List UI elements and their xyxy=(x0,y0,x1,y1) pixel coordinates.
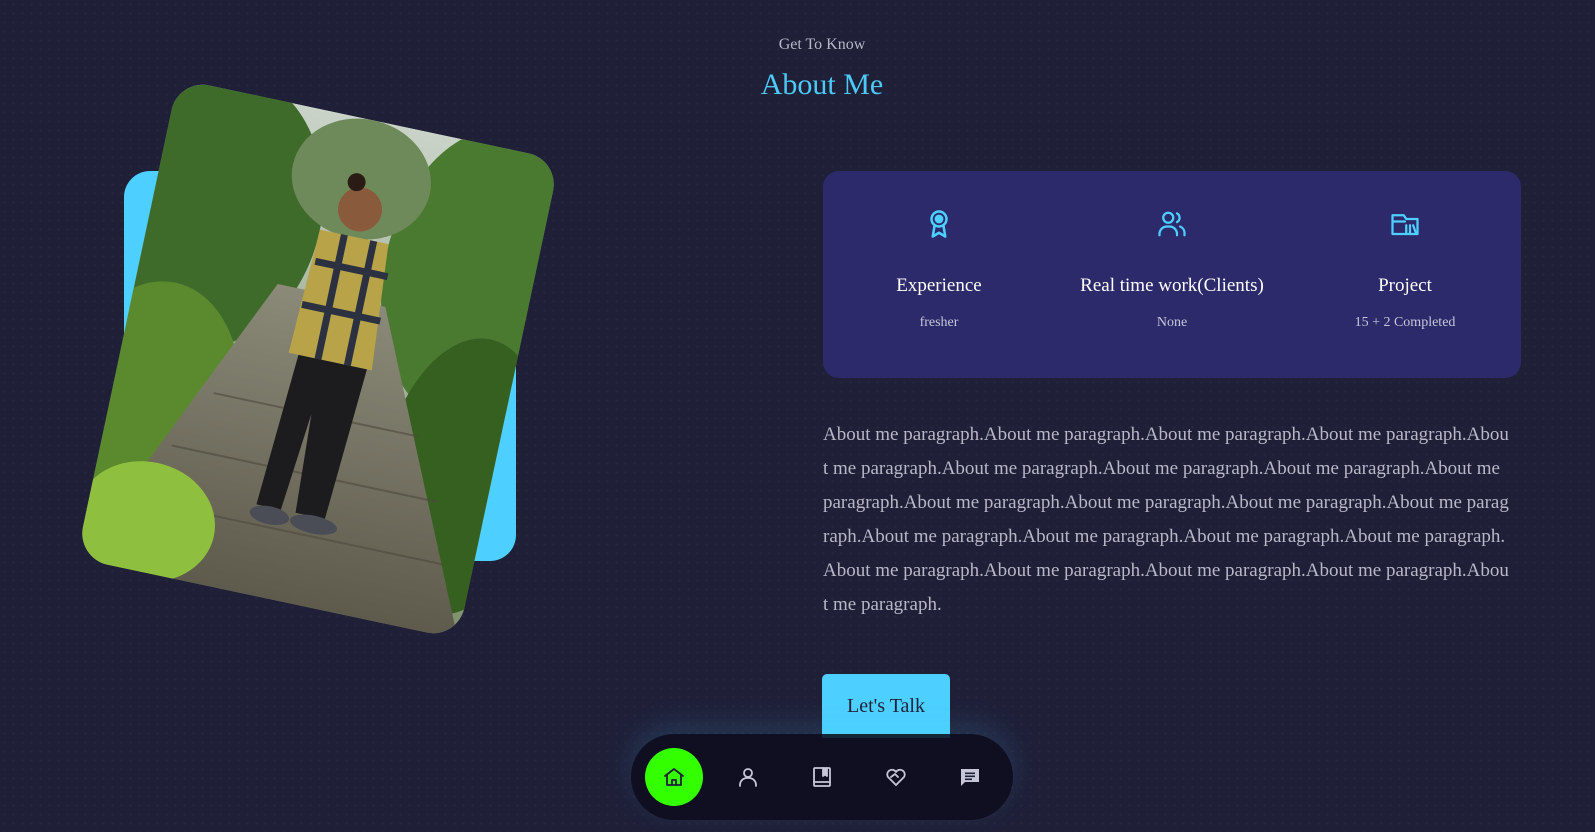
about-paragraph: About me paragraph.About me paragraph.Ab… xyxy=(823,424,1509,615)
stat-value: fresher xyxy=(919,315,959,330)
stat-experience: Experience fresher xyxy=(823,171,1055,378)
section-subtitle: Get To Know xyxy=(778,36,866,53)
services-icon xyxy=(886,768,906,786)
stat-value: 15 + 2 Completed xyxy=(1354,315,1456,330)
stat-label: Experience xyxy=(896,275,982,296)
bottom-nav xyxy=(631,734,1013,820)
lets-talk-button[interactable]: Let's Talk xyxy=(822,674,950,738)
award-icon xyxy=(930,210,948,238)
book-icon xyxy=(813,767,831,787)
stats-card: Experience fresher Real time work(Client… xyxy=(823,171,1521,378)
stat-label: Real time work(Clients) xyxy=(1080,275,1264,296)
nav-contact[interactable] xyxy=(941,748,999,806)
stat-value: None xyxy=(1156,315,1188,330)
nav-experience[interactable] xyxy=(793,748,851,806)
message-icon xyxy=(961,769,979,786)
stat-clients: Real time work(Clients) None xyxy=(1056,171,1288,378)
home-icon xyxy=(664,768,684,786)
stat-label: Project xyxy=(1378,275,1432,296)
user-icon xyxy=(739,768,757,787)
nav-services[interactable] xyxy=(867,748,925,806)
users-icon xyxy=(1158,211,1186,237)
nav-home[interactable] xyxy=(645,748,703,806)
nav-about[interactable] xyxy=(719,748,777,806)
folder-icon xyxy=(1391,214,1419,236)
stat-projects: Project 15 + 2 Completed xyxy=(1289,171,1521,378)
